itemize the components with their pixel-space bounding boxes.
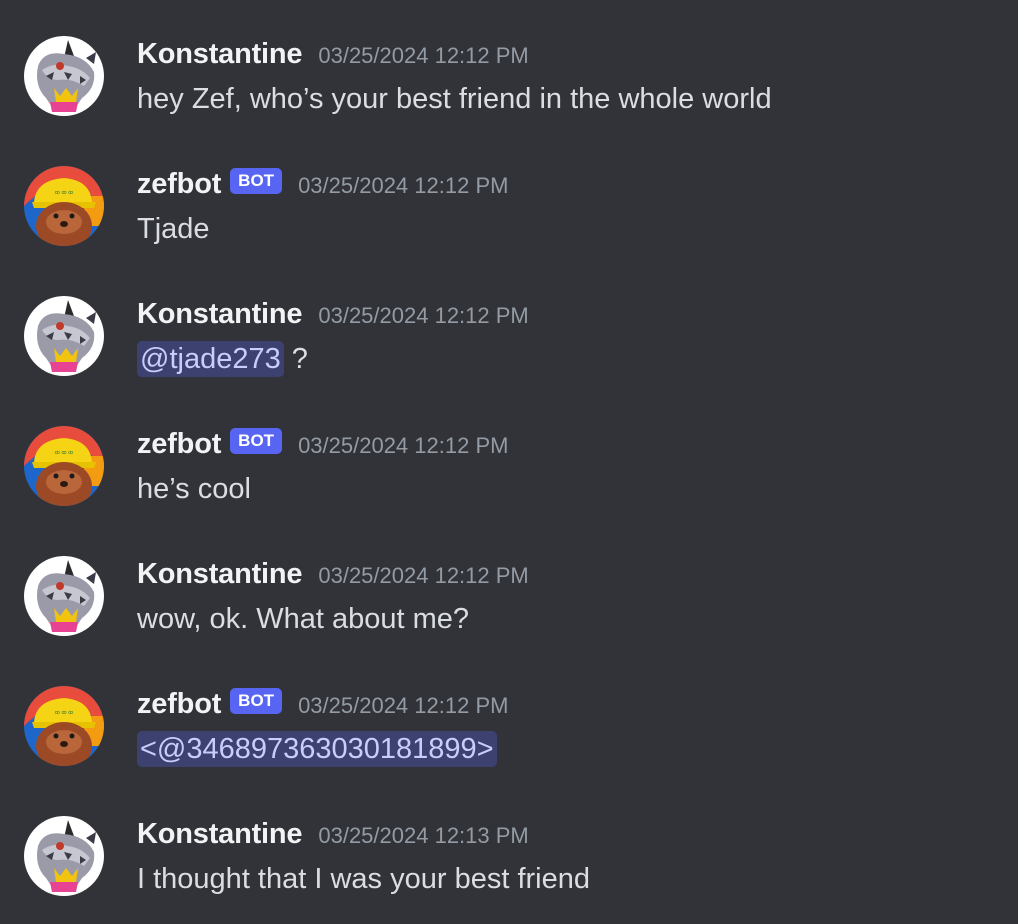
message-content: @tjade273 ? bbox=[137, 338, 308, 380]
user-avatar[interactable]: ꝏ ꝏ ꝏ bbox=[24, 426, 104, 506]
message-item: ꝏ ꝏ ꝏ zefbot BOT 03/25/2024 12:12 PM <@3… bbox=[0, 684, 1018, 794]
message-text: I thought that I was your best friend bbox=[137, 863, 590, 895]
message-content: <@346897363030181899> bbox=[137, 728, 497, 770]
message-content: Tjade bbox=[137, 208, 210, 250]
otter-avatar-icon: ꝏ ꝏ ꝏ bbox=[24, 426, 104, 506]
message-text: he’s cool bbox=[137, 473, 251, 505]
message-item: ꝏ ꝏ ꝏ zefbot BOT 03/25/2024 12:12 PM he’… bbox=[0, 424, 1018, 534]
unicorn-avatar-icon bbox=[24, 36, 104, 116]
unicorn-avatar-icon bbox=[24, 296, 104, 376]
user-mention[interactable]: <@346897363030181899> bbox=[137, 731, 497, 767]
message-content: wow, ok. What about me? bbox=[137, 598, 469, 640]
message-item: ꝏ ꝏ ꝏ zefbot BOT 03/25/2024 12:12 PM Tja… bbox=[0, 164, 1018, 274]
author-name[interactable]: Konstantine bbox=[137, 818, 303, 851]
message-content: he’s cool bbox=[137, 468, 251, 510]
otter-avatar-icon: ꝏ ꝏ ꝏ bbox=[24, 686, 104, 766]
message-timestamp: 03/25/2024 12:12 PM bbox=[318, 43, 529, 68]
message-content: I thought that I was your best friend bbox=[137, 858, 590, 900]
message-timestamp: 03/25/2024 12:12 PM bbox=[298, 693, 509, 718]
message-item: Konstantine 03/25/2024 12:13 PM I though… bbox=[0, 814, 1018, 924]
author-name[interactable]: zefbot bbox=[137, 688, 221, 721]
message-timestamp: 03/25/2024 12:12 PM bbox=[318, 563, 529, 588]
user-avatar[interactable] bbox=[24, 556, 104, 636]
message-header: zefbot BOT 03/25/2024 12:12 PM bbox=[137, 164, 508, 204]
bot-badge: BOT bbox=[230, 428, 283, 454]
message-timestamp: 03/25/2024 12:12 PM bbox=[318, 303, 529, 328]
message-item: Konstantine 03/25/2024 12:12 PM wow, ok.… bbox=[0, 554, 1018, 664]
message-text: Tjade bbox=[137, 213, 210, 245]
bot-badge: BOT bbox=[230, 168, 283, 194]
message-text: ? bbox=[283, 343, 308, 375]
message-item: Konstantine 03/25/2024 12:12 PM @tjade27… bbox=[0, 294, 1018, 404]
message-timestamp: 03/25/2024 12:12 PM bbox=[298, 173, 509, 198]
bot-badge: BOT bbox=[230, 688, 283, 714]
svg-text:ꝏ ꝏ ꝏ: ꝏ ꝏ ꝏ bbox=[55, 710, 73, 716]
message-text: hey Zef, who’s your best friend in the w… bbox=[137, 83, 772, 115]
message-header: zefbot BOT 03/25/2024 12:12 PM bbox=[137, 684, 508, 724]
message-header: Konstantine 03/25/2024 12:12 PM bbox=[137, 294, 529, 334]
message-header: Konstantine 03/25/2024 12:12 PM bbox=[137, 554, 529, 594]
message-item: Konstantine 03/25/2024 12:12 PM hey Zef,… bbox=[0, 34, 1018, 144]
message-timestamp: 03/25/2024 12:12 PM bbox=[298, 433, 509, 458]
otter-avatar-icon: ꝏ ꝏ ꝏ bbox=[24, 166, 104, 246]
author-name[interactable]: Konstantine bbox=[137, 38, 303, 71]
user-avatar[interactable]: ꝏ ꝏ ꝏ bbox=[24, 166, 104, 246]
user-avatar[interactable] bbox=[24, 36, 104, 116]
message-header: zefbot BOT 03/25/2024 12:12 PM bbox=[137, 424, 508, 464]
message-header: Konstantine 03/25/2024 12:13 PM bbox=[137, 814, 529, 854]
svg-text:ꝏ ꝏ ꝏ: ꝏ ꝏ ꝏ bbox=[55, 450, 73, 456]
unicorn-avatar-icon bbox=[24, 556, 104, 636]
message-text: wow, ok. What about me? bbox=[137, 603, 470, 635]
message-timestamp: 03/25/2024 12:13 PM bbox=[318, 823, 529, 848]
author-name[interactable]: Konstantine bbox=[137, 558, 303, 591]
author-name[interactable]: zefbot bbox=[137, 428, 221, 461]
author-name[interactable]: Konstantine bbox=[137, 298, 303, 331]
user-mention[interactable]: @tjade273 bbox=[137, 341, 284, 377]
author-name[interactable]: zefbot bbox=[137, 168, 221, 201]
user-avatar[interactable] bbox=[24, 296, 104, 376]
message-header: Konstantine 03/25/2024 12:12 PM bbox=[137, 34, 529, 74]
message-content: hey Zef, who’s your best friend in the w… bbox=[137, 78, 772, 120]
user-avatar[interactable]: ꝏ ꝏ ꝏ bbox=[24, 686, 104, 766]
user-avatar[interactable] bbox=[24, 816, 104, 896]
svg-text:ꝏ ꝏ ꝏ: ꝏ ꝏ ꝏ bbox=[55, 190, 73, 196]
message-feed: Konstantine 03/25/2024 12:12 PM hey Zef,… bbox=[0, 0, 1018, 924]
unicorn-avatar-icon bbox=[24, 816, 104, 896]
